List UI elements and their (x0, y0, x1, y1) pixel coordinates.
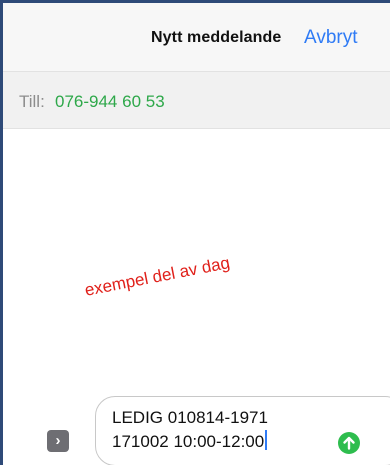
expand-apps-button[interactable]: › (47, 430, 69, 452)
navigation-bar: Nytt meddelande Avbryt (3, 3, 390, 71)
message-text[interactable]: LEDIG 010814-1971 171002 10:00-12:00 (112, 406, 268, 454)
annotation-text: exempel del av dag (83, 253, 232, 300)
arrow-up-icon (343, 436, 355, 450)
recipient-label: Till: (19, 92, 45, 111)
message-line-1: LEDIG 010814-1971 (112, 408, 268, 427)
recipient-value[interactable]: 076-944 60 53 (55, 92, 165, 112)
text-cursor (265, 430, 268, 450)
chevron-right-icon: › (55, 432, 61, 449)
recipient-field[interactable]: Till: 076-944 60 53 (3, 71, 390, 129)
page-title: Nytt meddelande (151, 29, 282, 46)
send-button[interactable] (338, 432, 360, 454)
message-line-2: 171002 10:00-12:00 (112, 432, 265, 451)
phone-screen: Nytt meddelande Avbryt Till: 076-944 60 … (0, 0, 390, 465)
message-input[interactable]: LEDIG 010814-1971 171002 10:00-12:00 (95, 396, 390, 465)
cancel-button[interactable]: Avbryt (304, 27, 358, 49)
